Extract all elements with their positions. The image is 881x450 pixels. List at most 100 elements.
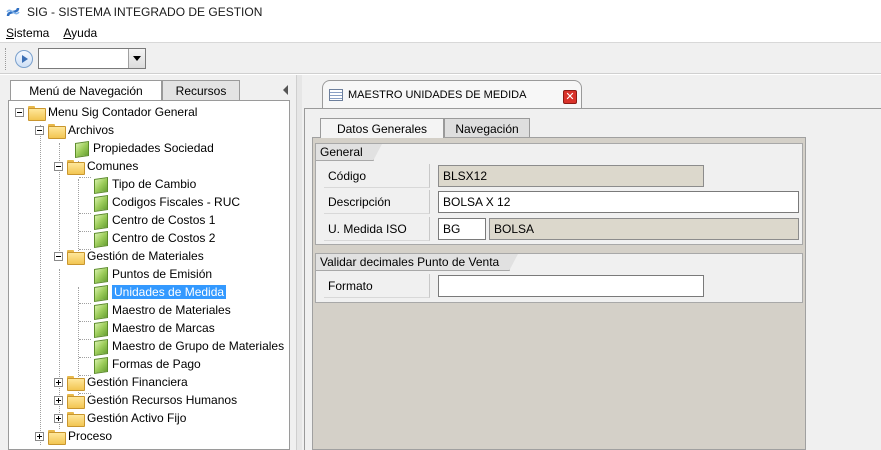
menu-sistema-mnemonic: S <box>6 26 15 40</box>
folder-open-icon <box>48 123 66 139</box>
codigo-field[interactable]: BLSX12 <box>438 165 704 187</box>
menu-sistema-label: istema <box>14 26 50 40</box>
tree-item-label: Proceso <box>68 429 113 443</box>
document-tab-title: MAESTRO UNIDADES DE MEDIDA <box>348 88 527 101</box>
cube-icon <box>92 231 108 246</box>
codigo-label: Código <box>324 164 430 188</box>
cube-icon <box>92 213 108 228</box>
tree-connector <box>79 177 91 178</box>
cube-icon <box>92 339 108 354</box>
tree-item-codigos-fiscales[interactable]: Codigos Fiscales - RUC <box>92 193 240 211</box>
expand-toggle-icon[interactable] <box>54 413 63 423</box>
cube-icon <box>92 285 108 300</box>
toolbar <box>0 42 881 74</box>
document-pane: MAESTRO UNIDADES DE MEDIDA ✕ Datos Gener… <box>302 75 881 450</box>
cube-icon <box>92 195 108 210</box>
title-bar: SIG - SISTEMA INTEGRADO DE GESTION <box>0 0 881 24</box>
cube-icon <box>92 177 108 192</box>
expand-toggle-icon[interactable] <box>54 395 63 405</box>
tree-item-gestion-activo-fijo[interactable]: Gestión Activo Fijo <box>54 409 186 427</box>
app-logo-icon <box>6 7 20 17</box>
umedida-code-field[interactable]: BG <box>438 218 486 240</box>
tree-item-centro-costos-1[interactable]: Centro de Costos 1 <box>92 211 215 229</box>
validar-decimales-group: Validar decimales Punto de Venta Formato <box>315 253 803 303</box>
tree-item-proceso[interactable]: Proceso <box>35 427 112 445</box>
general-group: General Código BLSX12 Descripción BOLSA … <box>315 143 803 245</box>
collapse-toggle-icon[interactable] <box>54 251 63 261</box>
collapse-toggle-icon[interactable] <box>54 161 63 171</box>
menu-sistema[interactable]: Sistema <box>6 26 49 40</box>
formato-row: Formato <box>324 274 704 298</box>
collapse-left-icon[interactable] <box>283 85 288 95</box>
window-title: SIG - SISTEMA INTEGRADO DE GESTION <box>27 5 263 19</box>
tree-item-label: Comunes <box>87 159 139 173</box>
collapse-toggle-icon[interactable] <box>15 107 24 117</box>
tree-item-label: Gestión Recursos Humanos <box>87 393 238 407</box>
tab-menu-navegacion[interactable]: Menú de Navegación <box>10 80 162 100</box>
tree-item-propiedades-sociedad[interactable]: Propiedades Sociedad <box>73 139 214 157</box>
chevron-down-icon[interactable] <box>128 49 145 68</box>
tree-item-label: Tipo de Cambio <box>112 177 197 191</box>
tree-item-gestion-materiales[interactable]: Gestión de Materiales <box>54 247 204 265</box>
tree-item-label: Archivos <box>68 123 115 137</box>
tree-item-label: Maestro de Marcas <box>112 321 215 335</box>
tree-connector <box>40 125 41 445</box>
folder-icon <box>67 375 85 391</box>
expand-toggle-icon[interactable] <box>35 431 44 441</box>
tree-item-maestro-grupo-materiales[interactable]: Maestro de Grupo de Materiales <box>92 337 284 355</box>
tree-item-comunes[interactable]: Comunes <box>54 157 138 175</box>
folder-icon <box>48 429 66 445</box>
cube-icon <box>92 267 108 282</box>
tree-item-gestion-financiera[interactable]: Gestión Financiera <box>54 373 188 391</box>
tab-datos-generales[interactable]: Datos Generales <box>320 118 444 138</box>
umedida-row: U. Medida ISO BG BOLSA <box>324 217 799 241</box>
tree-connector <box>79 213 91 214</box>
tree-connector <box>79 303 91 304</box>
umedida-label: U. Medida ISO <box>324 217 430 241</box>
menu-ayuda[interactable]: Ayuda <box>63 26 97 40</box>
cube-icon <box>92 321 108 336</box>
tree-item-menu-sig[interactable]: Menu Sig Contador General <box>15 103 197 121</box>
tree-item-gestion-rrhh[interactable]: Gestión Recursos Humanos <box>54 391 237 409</box>
collapse-toggle-icon[interactable] <box>35 125 44 135</box>
tree-item-maestro-marcas[interactable]: Maestro de Marcas <box>92 319 215 337</box>
navigation-pane: Menú de Navegación Recursos Menu Sig Con… <box>0 75 296 450</box>
tab-navegacion[interactable]: Navegación <box>444 118 530 138</box>
tree-item-centro-costos-2[interactable]: Centro de Costos 2 <box>92 229 215 247</box>
tree-item-unidades-medida[interactable]: Unidades de Medida <box>92 283 227 301</box>
tree-item-puntos-emision[interactable]: Puntos de Emisión <box>92 265 212 283</box>
close-icon[interactable]: ✕ <box>563 90 577 104</box>
tree-item-label-selected: Unidades de Medida <box>112 285 227 299</box>
tree-connector <box>79 357 91 358</box>
tree-connector <box>79 339 91 340</box>
formato-field[interactable] <box>438 275 704 297</box>
tree-item-label: Centro de Costos 2 <box>112 231 216 245</box>
tree-item-tipo-de-cambio[interactable]: Tipo de Cambio <box>92 175 196 193</box>
module-combo[interactable] <box>38 48 146 69</box>
tree-item-label: Gestión Activo Fijo <box>87 411 187 425</box>
folder-open-icon <box>28 105 46 121</box>
tree-item-label: Menu Sig Contador General <box>48 105 198 119</box>
datos-generales-panel: General Código BLSX12 Descripción BOLSA … <box>312 137 806 450</box>
tree-item-label: Gestión Financiera <box>87 375 188 389</box>
folder-open-icon <box>67 249 85 265</box>
tree-item-formas-pago[interactable]: Formas de Pago <box>92 355 201 373</box>
tree-item-archivos[interactable]: Archivos <box>35 121 114 139</box>
descripcion-field[interactable]: BOLSA X 12 <box>438 191 799 213</box>
toolbar-grip[interactable] <box>5 48 8 70</box>
tab-maestro-unidades-medida[interactable]: MAESTRO UNIDADES DE MEDIDA ✕ <box>322 80 582 108</box>
go-arrow-icon[interactable] <box>15 50 33 68</box>
tree-item-label: Codigos Fiscales - RUC <box>112 195 241 209</box>
codigo-row: Código BLSX12 <box>324 164 704 188</box>
umedida-name-field[interactable]: BOLSA <box>489 218 799 240</box>
descripcion-label: Descripción <box>324 190 430 214</box>
validar-decimales-title: Validar decimales Punto de Venta <box>316 254 519 271</box>
descripcion-row: Descripción BOLSA X 12 <box>324 190 799 214</box>
tree-item-label: Propiedades Sociedad <box>93 141 214 155</box>
tab-recursos[interactable]: Recursos <box>162 80 240 100</box>
tree-item-label: Maestro de Grupo de Materiales <box>112 339 285 353</box>
expand-toggle-icon[interactable] <box>54 377 63 387</box>
menu-ayuda-label: yuda <box>71 26 98 40</box>
tree-item-maestro-materiales[interactable]: Maestro de Materiales <box>92 301 231 319</box>
menu-ayuda-mnemonic: A <box>63 26 72 40</box>
